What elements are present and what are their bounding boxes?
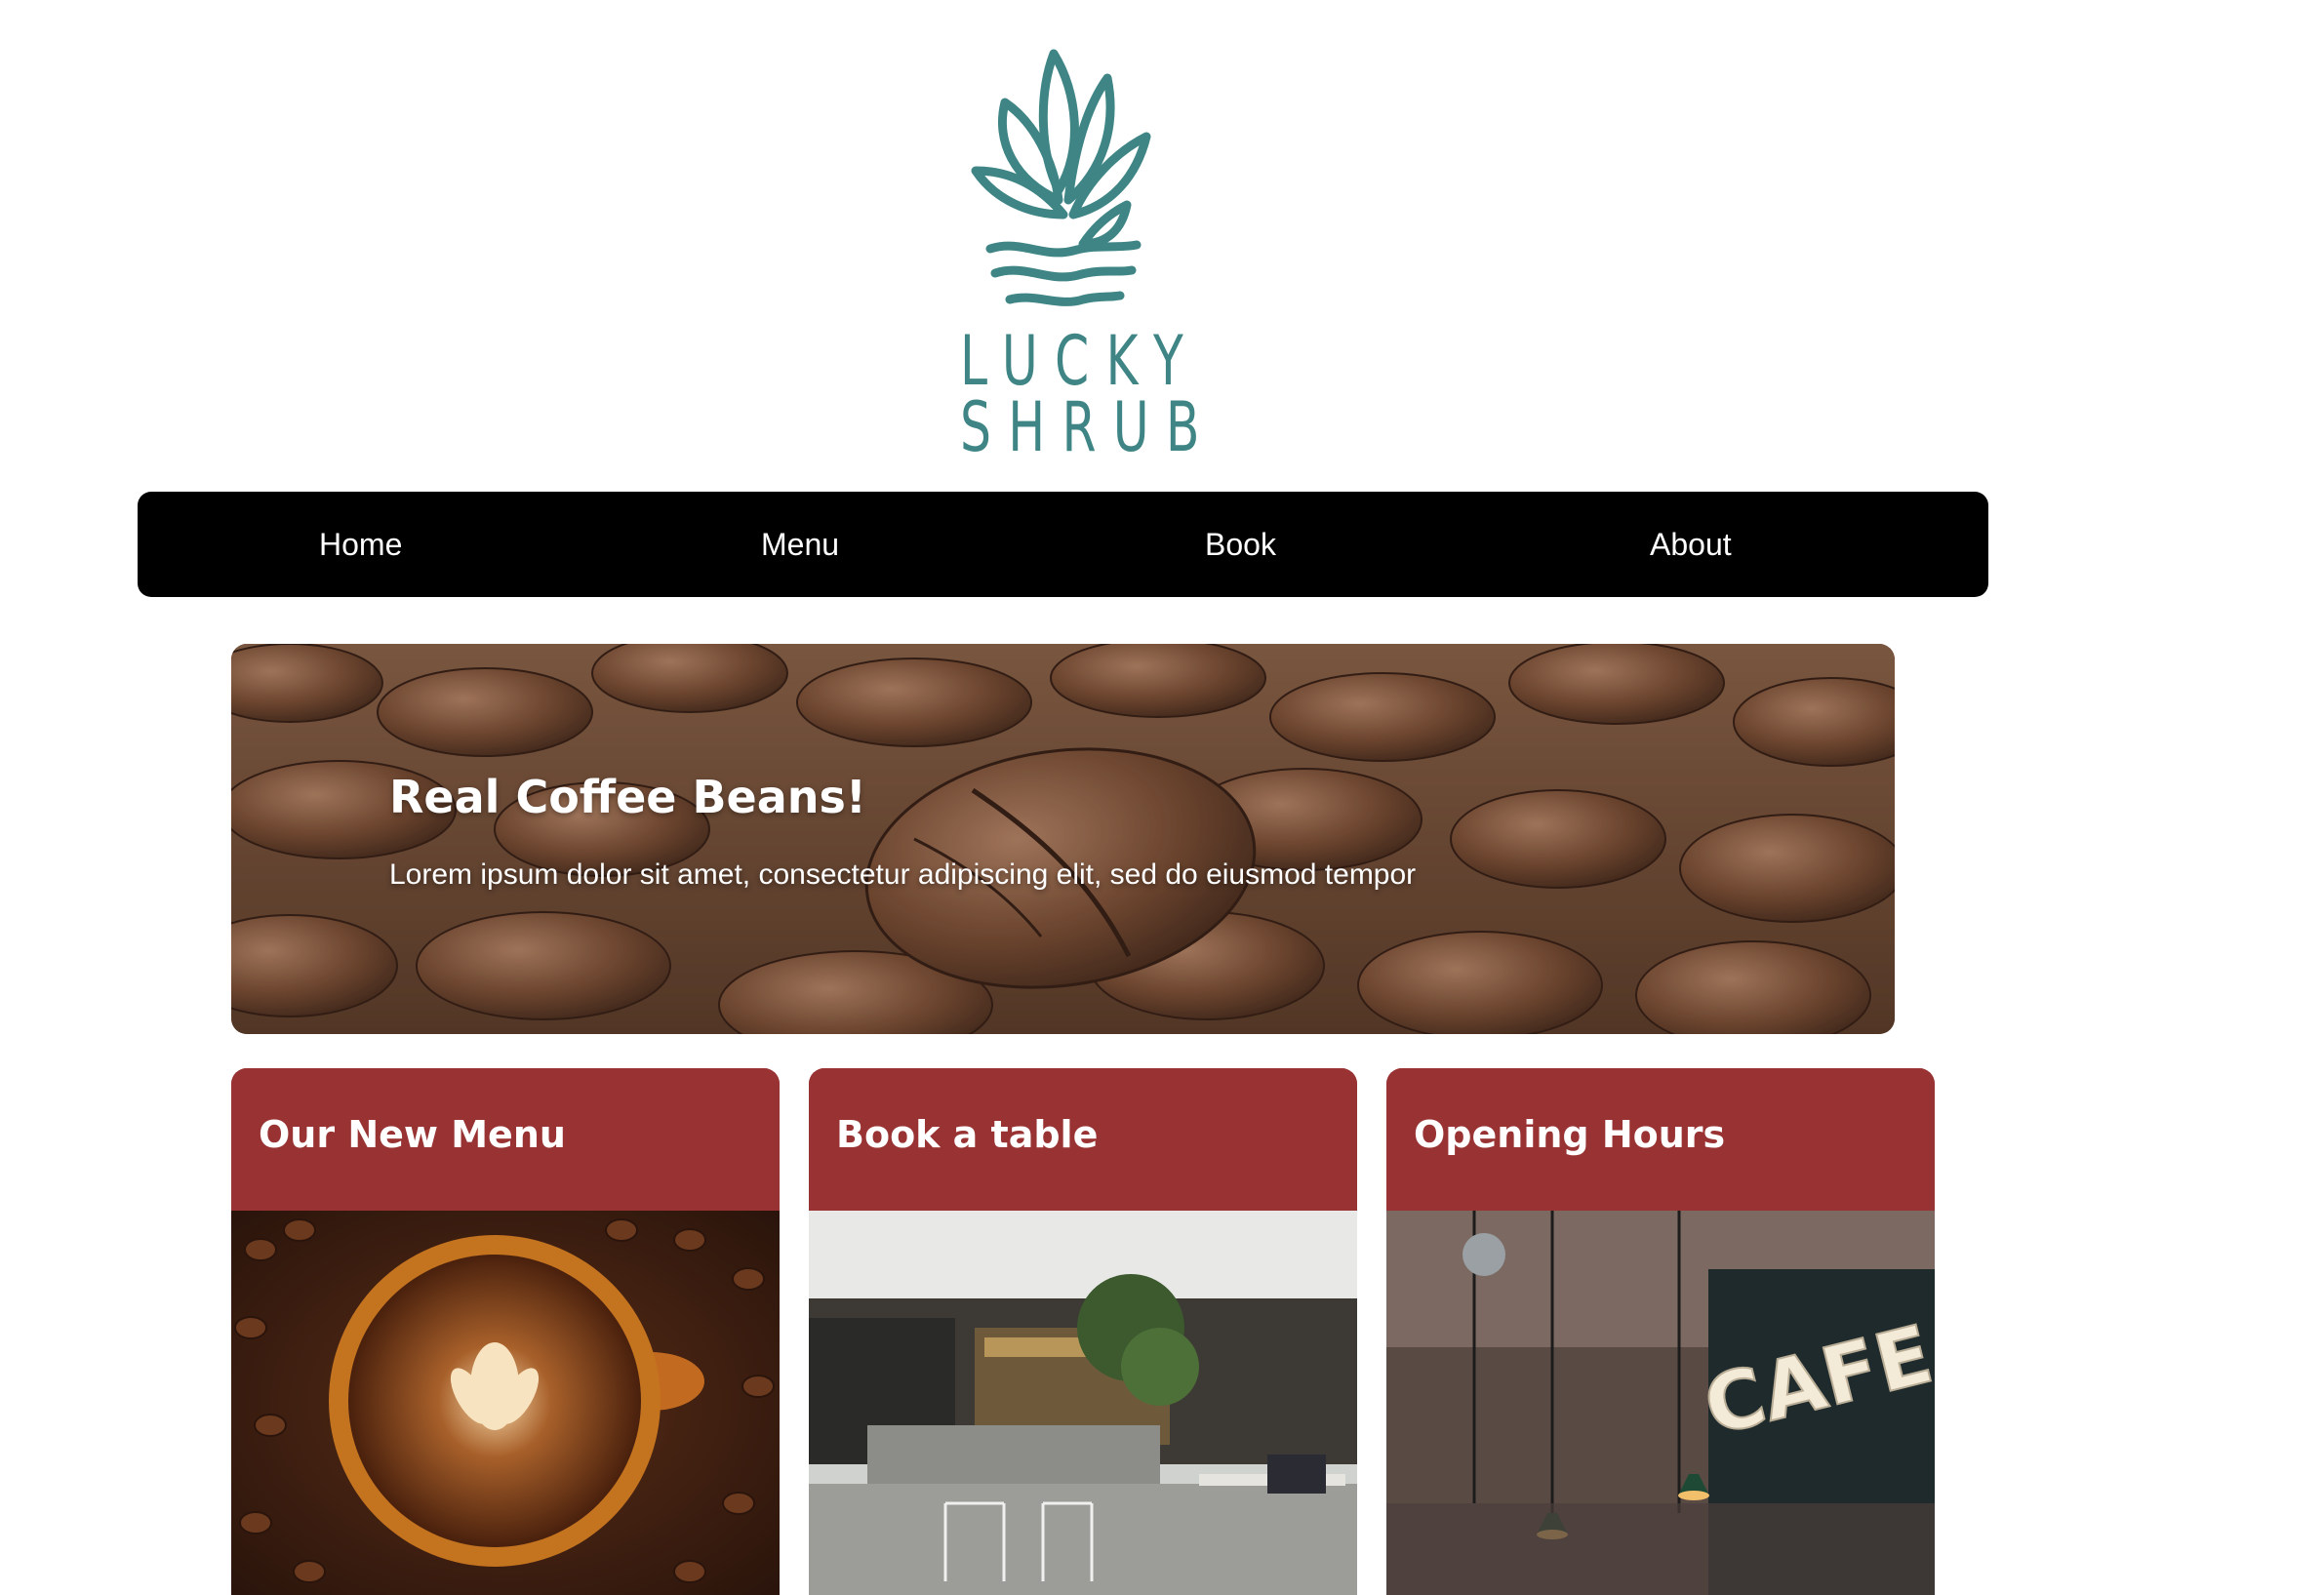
logo-text-line-1: LUCKY: [960, 321, 1201, 401]
card-header: Opening Hours: [1386, 1068, 1935, 1211]
card-header: Book a table: [809, 1068, 1357, 1211]
card-title: Opening Hours: [1414, 1113, 1726, 1156]
hero-title: Real Coffee Beans!: [389, 771, 866, 823]
nav-home[interactable]: Home: [319, 492, 402, 597]
card-opening-hours[interactable]: Opening Hours CAFE: [1386, 1068, 1935, 1595]
nav-menu[interactable]: Menu: [761, 492, 839, 597]
main-nav: Home Menu Book About: [138, 492, 1988, 597]
hero-text: Lorem ipsum dolor sit amet, consectetur …: [389, 858, 1417, 891]
shrub-leaves-icon: [971, 49, 1151, 306]
card-our-new-menu[interactable]: Our New Menu: [231, 1068, 780, 1595]
card-book-a-table[interactable]: Book a table: [809, 1068, 1357, 1595]
cafe-interior-image: [809, 1211, 1357, 1595]
nav-book[interactable]: Book: [1205, 492, 1276, 597]
card-header: Our New Menu: [231, 1068, 780, 1211]
card-title: Book a table: [836, 1113, 1099, 1156]
logo-text-line-2: SHRUB: [960, 387, 1217, 467]
card-title: Our New Menu: [259, 1113, 566, 1156]
lucky-shrub-logo[interactable]: LUCKY SHRUB: [937, 44, 1201, 461]
cafe-sign-image: CAFE: [1386, 1211, 1935, 1595]
hero-banner: Real Coffee Beans! Lorem ipsum dolor sit…: [231, 644, 1895, 1034]
latte-coffee-image: [231, 1211, 780, 1595]
coffee-beans-image: [231, 644, 1895, 1034]
nav-about[interactable]: About: [1650, 492, 1732, 597]
